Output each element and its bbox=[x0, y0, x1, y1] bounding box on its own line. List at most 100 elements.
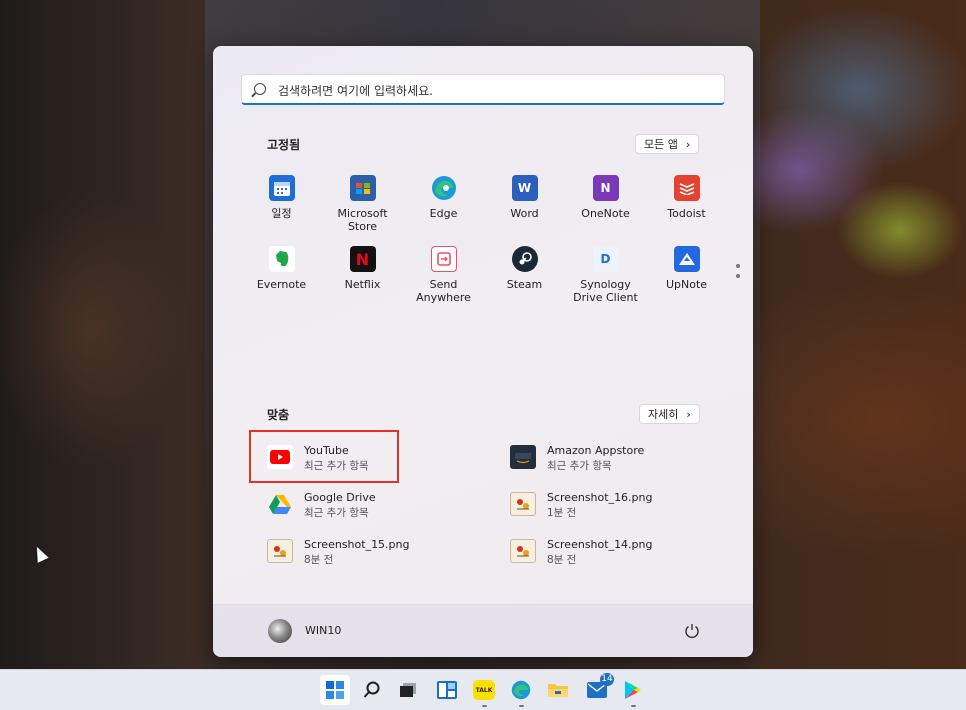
steam-icon bbox=[511, 246, 538, 272]
item-name: Screenshot_14.png bbox=[547, 538, 653, 551]
app-label: 일정 bbox=[271, 207, 292, 220]
word-icon: W bbox=[511, 175, 538, 201]
item-name: Google Drive bbox=[304, 491, 376, 504]
kakaotalk-icon: TALK bbox=[473, 680, 495, 700]
start-menu-footer: WIN10 bbox=[213, 604, 753, 657]
search-icon bbox=[363, 681, 380, 698]
search-icon bbox=[254, 83, 266, 95]
item-name: Screenshot_15.png bbox=[304, 538, 410, 551]
folder-icon bbox=[548, 684, 568, 697]
pinned-app-microsoft-store[interactable]: Microsoft Store bbox=[322, 175, 403, 233]
item-subtitle: 최근 추가 항목 bbox=[304, 507, 369, 519]
more-button[interactable]: 자세히 › bbox=[639, 404, 700, 424]
page-dot bbox=[736, 264, 740, 268]
upnote-icon bbox=[673, 246, 700, 272]
app-label: Netflix bbox=[344, 278, 381, 291]
more-label: 자세히 bbox=[648, 408, 679, 421]
edge-icon bbox=[511, 680, 531, 700]
recommended-item-screenshot-14[interactable]: Screenshot_14.png 8분 전 bbox=[510, 533, 710, 573]
mail-badge: 14 bbox=[600, 673, 614, 686]
pinned-app-onenote[interactable]: N OneNote bbox=[565, 175, 646, 220]
todoist-icon bbox=[673, 175, 700, 201]
item-name: Screenshot_16.png bbox=[547, 491, 653, 504]
taskbar-start-button[interactable] bbox=[320, 675, 350, 705]
pinned-app-todoist[interactable]: Todoist bbox=[646, 175, 727, 220]
app-label: Send Anywhere bbox=[416, 278, 471, 304]
taskbar-edge-button[interactable] bbox=[508, 677, 534, 707]
taskbar-search-button[interactable] bbox=[359, 677, 385, 703]
taskbar-kakaotalk-button[interactable]: TALK bbox=[471, 677, 497, 707]
pinned-app-evernote[interactable]: Evernote bbox=[241, 246, 322, 291]
pinned-app-word[interactable]: W Word bbox=[484, 175, 565, 220]
evernote-icon bbox=[268, 246, 295, 272]
taskbar-widgets-button[interactable] bbox=[434, 677, 460, 703]
pinned-app-netflix[interactable]: N Netflix bbox=[322, 246, 403, 291]
item-name: Amazon Appstore bbox=[547, 444, 645, 457]
synology-drive-icon: D bbox=[592, 246, 619, 272]
app-label: Evernote bbox=[256, 278, 307, 291]
taskbar-mail-button[interactable]: 14 bbox=[584, 673, 614, 703]
running-indicator bbox=[631, 705, 636, 707]
recommended-item-amazon-appstore[interactable]: Amazon Appstore 최근 추가 항목 bbox=[510, 439, 710, 479]
onenote-icon: N bbox=[592, 175, 619, 201]
app-label: Word bbox=[510, 207, 539, 220]
pinned-title: 고정됨 bbox=[267, 138, 301, 152]
image-file-icon bbox=[267, 539, 293, 563]
all-apps-button[interactable]: 모든 앱 › bbox=[635, 134, 700, 154]
item-subtitle: 최근 추가 항목 bbox=[547, 460, 612, 472]
recommended-item-screenshot-16[interactable]: Screenshot_16.png 1분 전 bbox=[510, 486, 710, 526]
item-subtitle: 8분 전 bbox=[547, 554, 577, 566]
taskbar: TALK 14 bbox=[0, 669, 966, 710]
pinned-app-steam[interactable]: Steam bbox=[484, 246, 565, 291]
app-label: Todoist bbox=[667, 207, 706, 220]
pinned-app-synology-drive[interactable]: D Synology Drive Client bbox=[565, 246, 646, 304]
taskbar-task-view-button[interactable] bbox=[395, 677, 421, 703]
google-drive-icon bbox=[267, 492, 293, 516]
pinned-app-edge[interactable]: Edge bbox=[403, 175, 484, 220]
edge-icon bbox=[431, 175, 457, 201]
item-name: YouTube bbox=[304, 444, 349, 457]
send-anywhere-icon bbox=[430, 246, 457, 272]
app-label: Microsoft Store bbox=[337, 207, 388, 233]
power-icon bbox=[685, 624, 699, 638]
avatar[interactable] bbox=[268, 619, 292, 643]
running-indicator bbox=[519, 705, 524, 707]
app-label: UpNote bbox=[665, 278, 708, 291]
page-dot bbox=[736, 274, 740, 278]
task-view-icon bbox=[400, 683, 416, 697]
pinned-app-calendar[interactable]: 일정 bbox=[241, 175, 322, 220]
calendar-icon bbox=[268, 175, 295, 201]
chevron-right-icon: › bbox=[686, 408, 691, 421]
pinned-app-send-anywhere[interactable]: Send Anywhere bbox=[403, 246, 484, 304]
amazon-appstore-icon bbox=[510, 445, 536, 469]
app-label: Steam bbox=[506, 278, 543, 291]
image-file-icon bbox=[510, 539, 536, 563]
power-button[interactable] bbox=[683, 622, 701, 640]
windows-logo-icon bbox=[326, 681, 344, 699]
start-menu: 검색하려면 여기에 입력하세요. 고정됨 모든 앱 › 일정 Microsoft … bbox=[213, 46, 753, 657]
chevron-right-icon: › bbox=[685, 138, 691, 151]
youtube-icon bbox=[267, 445, 293, 469]
recommended-item-screenshot-15[interactable]: Screenshot_15.png 8분 전 bbox=[267, 533, 467, 573]
app-label: Synology Drive Client bbox=[573, 278, 638, 304]
item-subtitle: 1분 전 bbox=[547, 507, 577, 519]
taskbar-play-store-button[interactable] bbox=[620, 677, 646, 707]
recommended-item-google-drive[interactable]: Google Drive 최근 추가 항목 bbox=[267, 486, 467, 526]
widgets-icon bbox=[437, 681, 457, 699]
store-icon bbox=[349, 175, 376, 201]
recommended-item-youtube[interactable]: YouTube 최근 추가 항목 bbox=[267, 439, 467, 479]
item-subtitle: 8분 전 bbox=[304, 554, 334, 566]
pinned-app-upnote[interactable]: UpNote bbox=[646, 246, 727, 291]
taskbar-file-explorer-button[interactable] bbox=[545, 677, 571, 703]
all-apps-label: 모든 앱 bbox=[644, 138, 678, 151]
running-indicator bbox=[482, 705, 487, 707]
play-store-icon bbox=[625, 681, 641, 699]
recommended-title: 맞춤 bbox=[267, 408, 290, 422]
app-label: Edge bbox=[429, 207, 458, 220]
image-file-icon bbox=[510, 492, 536, 516]
user-name[interactable]: WIN10 bbox=[305, 624, 341, 637]
item-subtitle: 최근 추가 항목 bbox=[304, 460, 369, 472]
search-input[interactable]: 검색하려면 여기에 입력하세요. bbox=[241, 74, 725, 105]
app-label: OneNote bbox=[581, 207, 630, 220]
pinned-page-indicator[interactable] bbox=[736, 264, 740, 284]
